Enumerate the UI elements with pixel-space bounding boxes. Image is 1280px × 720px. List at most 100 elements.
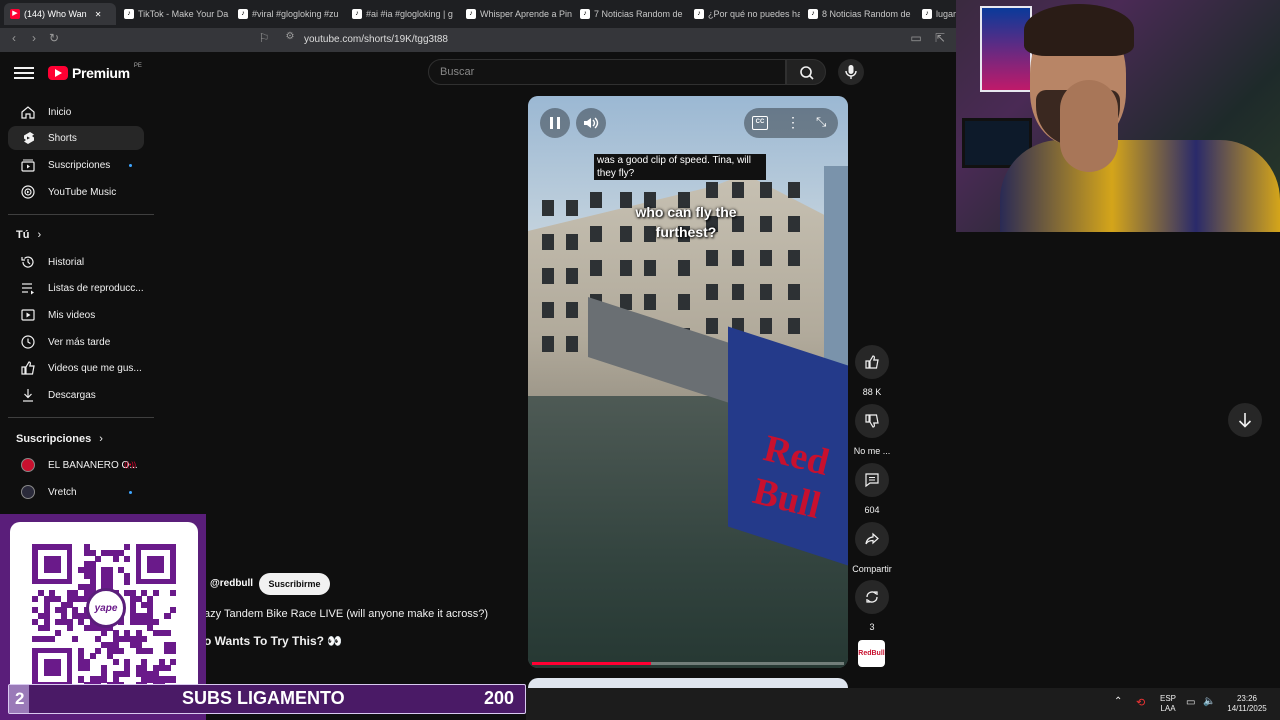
voice-search-button[interactable] bbox=[838, 59, 864, 85]
subscriptions-heading-label: Suscripciones bbox=[16, 433, 92, 445]
comments-button[interactable]: 604 bbox=[852, 463, 892, 515]
search-icon bbox=[800, 66, 814, 80]
sidebar-item-descargas[interactable]: Descargas bbox=[8, 383, 144, 407]
sidebar-you-heading[interactable]: Tú › bbox=[16, 229, 41, 241]
video-title[interactable]: azy Tandem Bike Race LIVE (will anyone m… bbox=[204, 608, 488, 620]
sidebar-subscriptions-heading[interactable]: Suscripciones › bbox=[16, 433, 103, 445]
volume-button[interactable] bbox=[576, 108, 606, 138]
browser-tab-label: 8 Noticias Random de bbox=[822, 9, 911, 19]
url-field[interactable]: youtube.com/shorts/19K/tgg3t88 bbox=[276, 30, 896, 50]
like-button[interactable]: 88 K bbox=[852, 345, 892, 397]
cast-icon[interactable]: ▭ bbox=[908, 31, 924, 45]
channel-avatar bbox=[21, 485, 35, 499]
menu-icon[interactable] bbox=[14, 64, 34, 82]
browser-tab[interactable]: ♪ Whisper Aprende a Pin bbox=[460, 3, 572, 25]
country-code: PE bbox=[133, 63, 142, 69]
clock-icon bbox=[8, 334, 48, 350]
new-content-dot bbox=[129, 163, 132, 167]
remix-count: 3 bbox=[869, 622, 875, 632]
my-videos-icon bbox=[8, 307, 48, 323]
more-options-icon[interactable]: ⋮ bbox=[786, 114, 800, 131]
volume-icon bbox=[584, 117, 599, 129]
browser-tab[interactable]: ♪ #ai #ia #glogloking | g bbox=[346, 3, 458, 25]
qr-module bbox=[170, 659, 177, 666]
subscribe-button[interactable]: Suscribirme bbox=[259, 573, 330, 595]
like-count: 88 K bbox=[862, 387, 882, 397]
sidebar-item-shorts[interactable]: Shorts bbox=[8, 126, 144, 150]
share-label: Compartir bbox=[852, 564, 892, 574]
browser-tab[interactable]: ♪ #viral #glogloking #zu bbox=[232, 3, 344, 25]
qr-finder-pattern bbox=[147, 555, 165, 573]
building-window bbox=[678, 294, 690, 310]
channel-avatar bbox=[8, 458, 48, 472]
video-progress-fill bbox=[532, 662, 651, 665]
speaker-icon[interactable]: 🔈 bbox=[1203, 697, 1215, 707]
reload-icon[interactable]: ↻ bbox=[46, 31, 62, 45]
qr-module bbox=[170, 647, 177, 654]
share-page-icon[interactable]: ⇱ bbox=[932, 31, 948, 45]
browser-tab[interactable]: ♪ 7 Noticias Random de bbox=[574, 3, 686, 25]
sidebar-item-videos-que-me-gus[interactable]: Videos que me gus... bbox=[8, 356, 144, 380]
browser-tab[interactable]: ♪ TikTok - Make Your Da bbox=[118, 3, 230, 25]
sidebar-item-el-bananero-o[interactable]: EL BANANERO O... ((•)) bbox=[8, 453, 144, 477]
fullscreen-icon[interactable]: ⤡ bbox=[816, 114, 826, 130]
browser-tab-label: 7 Noticias Random de bbox=[594, 9, 683, 19]
qr-module bbox=[124, 544, 131, 551]
qr-module bbox=[170, 590, 177, 597]
qr-module bbox=[170, 607, 177, 614]
close-tab-icon[interactable]: ✕ bbox=[95, 10, 102, 19]
building-window bbox=[760, 250, 772, 266]
dislike-button[interactable]: No me ... bbox=[852, 404, 892, 456]
sidebar-item-vretch[interactable]: Vretch bbox=[8, 480, 144, 504]
sidebar-item-ver-m-s-tarde[interactable]: Ver más tarde bbox=[8, 330, 144, 354]
building-window bbox=[590, 260, 602, 276]
building-window bbox=[706, 284, 718, 300]
shorts-video-player[interactable]: Red Bull was a good clip of speed. Tina,… bbox=[528, 96, 848, 668]
sidebar-item-suscripciones[interactable]: Suscripciones bbox=[8, 153, 144, 177]
sidebar-item-listas-de-reproducc[interactable]: Listas de reproducc... bbox=[8, 276, 144, 300]
search-button[interactable] bbox=[786, 59, 826, 85]
qr-module bbox=[49, 636, 56, 643]
logo-text: Premium bbox=[72, 65, 130, 81]
youtube-logo[interactable]: Premium PE bbox=[48, 63, 142, 82]
channel-thumbnail[interactable]: RedBull bbox=[858, 640, 885, 667]
qr-module bbox=[101, 630, 108, 637]
video-title-secondary[interactable]: o Wants To Try This? 👀 bbox=[204, 634, 342, 648]
language-indicator[interactable]: ESP LAA bbox=[1156, 694, 1180, 714]
network-icon[interactable]: ⟲ bbox=[1136, 698, 1145, 709]
forward-icon[interactable]: › bbox=[26, 31, 42, 45]
browser-tab-label: #viral #glogloking #zu bbox=[252, 9, 339, 19]
sidebar-item-mis-videos[interactable]: Mis videos bbox=[8, 303, 144, 327]
browser-tab[interactable]: ♪ ¿Por qué no puedes ha bbox=[688, 3, 800, 25]
clock[interactable]: 23:26 14/11/2025 bbox=[1226, 694, 1268, 714]
tray-expand-icon[interactable]: ⌃ bbox=[1114, 697, 1122, 707]
display-icon[interactable]: ▭ bbox=[1186, 698, 1195, 708]
search-input[interactable]: Buscar bbox=[428, 59, 786, 85]
next-video-button[interactable] bbox=[1228, 403, 1262, 437]
sidebar-item-label: Suscripciones bbox=[48, 159, 111, 171]
building-window bbox=[542, 200, 554, 216]
subs-count: 2 bbox=[15, 689, 25, 708]
qr-module bbox=[152, 618, 159, 625]
pause-button[interactable] bbox=[540, 108, 570, 138]
video-progress-bar[interactable] bbox=[532, 662, 844, 665]
thumbs-down-icon bbox=[865, 414, 879, 428]
sidebar-item-inicio[interactable]: Inicio bbox=[8, 100, 144, 124]
browser-tab[interactable]: ♪ lugar bbox=[916, 3, 956, 25]
bookmark-icon[interactable]: ⚐ bbox=[256, 31, 272, 45]
back-icon[interactable]: ‹ bbox=[6, 31, 22, 45]
language-code: ESP bbox=[1159, 694, 1176, 703]
browser-tab[interactable]: ▶ (144) Who Wan ✕ bbox=[4, 3, 116, 25]
share-button[interactable]: Compartir bbox=[852, 522, 892, 574]
building-window bbox=[678, 260, 690, 276]
remix-button[interactable]: 3 bbox=[852, 580, 892, 632]
webcam-poster bbox=[980, 6, 1032, 92]
sidebar-item-historial[interactable]: Historial bbox=[8, 250, 144, 274]
captions-icon[interactable]: CC bbox=[752, 116, 768, 130]
sidebar-item-youtube-music[interactable]: YouTube Music bbox=[8, 180, 144, 204]
building-window bbox=[706, 318, 718, 334]
browser-tab[interactable]: ♪ 8 Noticias Random de bbox=[802, 3, 914, 25]
site-info-icon[interactable]: ⚙ bbox=[282, 31, 298, 42]
channel-handle[interactable]: @redbull bbox=[210, 578, 253, 589]
building-window bbox=[788, 182, 800, 198]
